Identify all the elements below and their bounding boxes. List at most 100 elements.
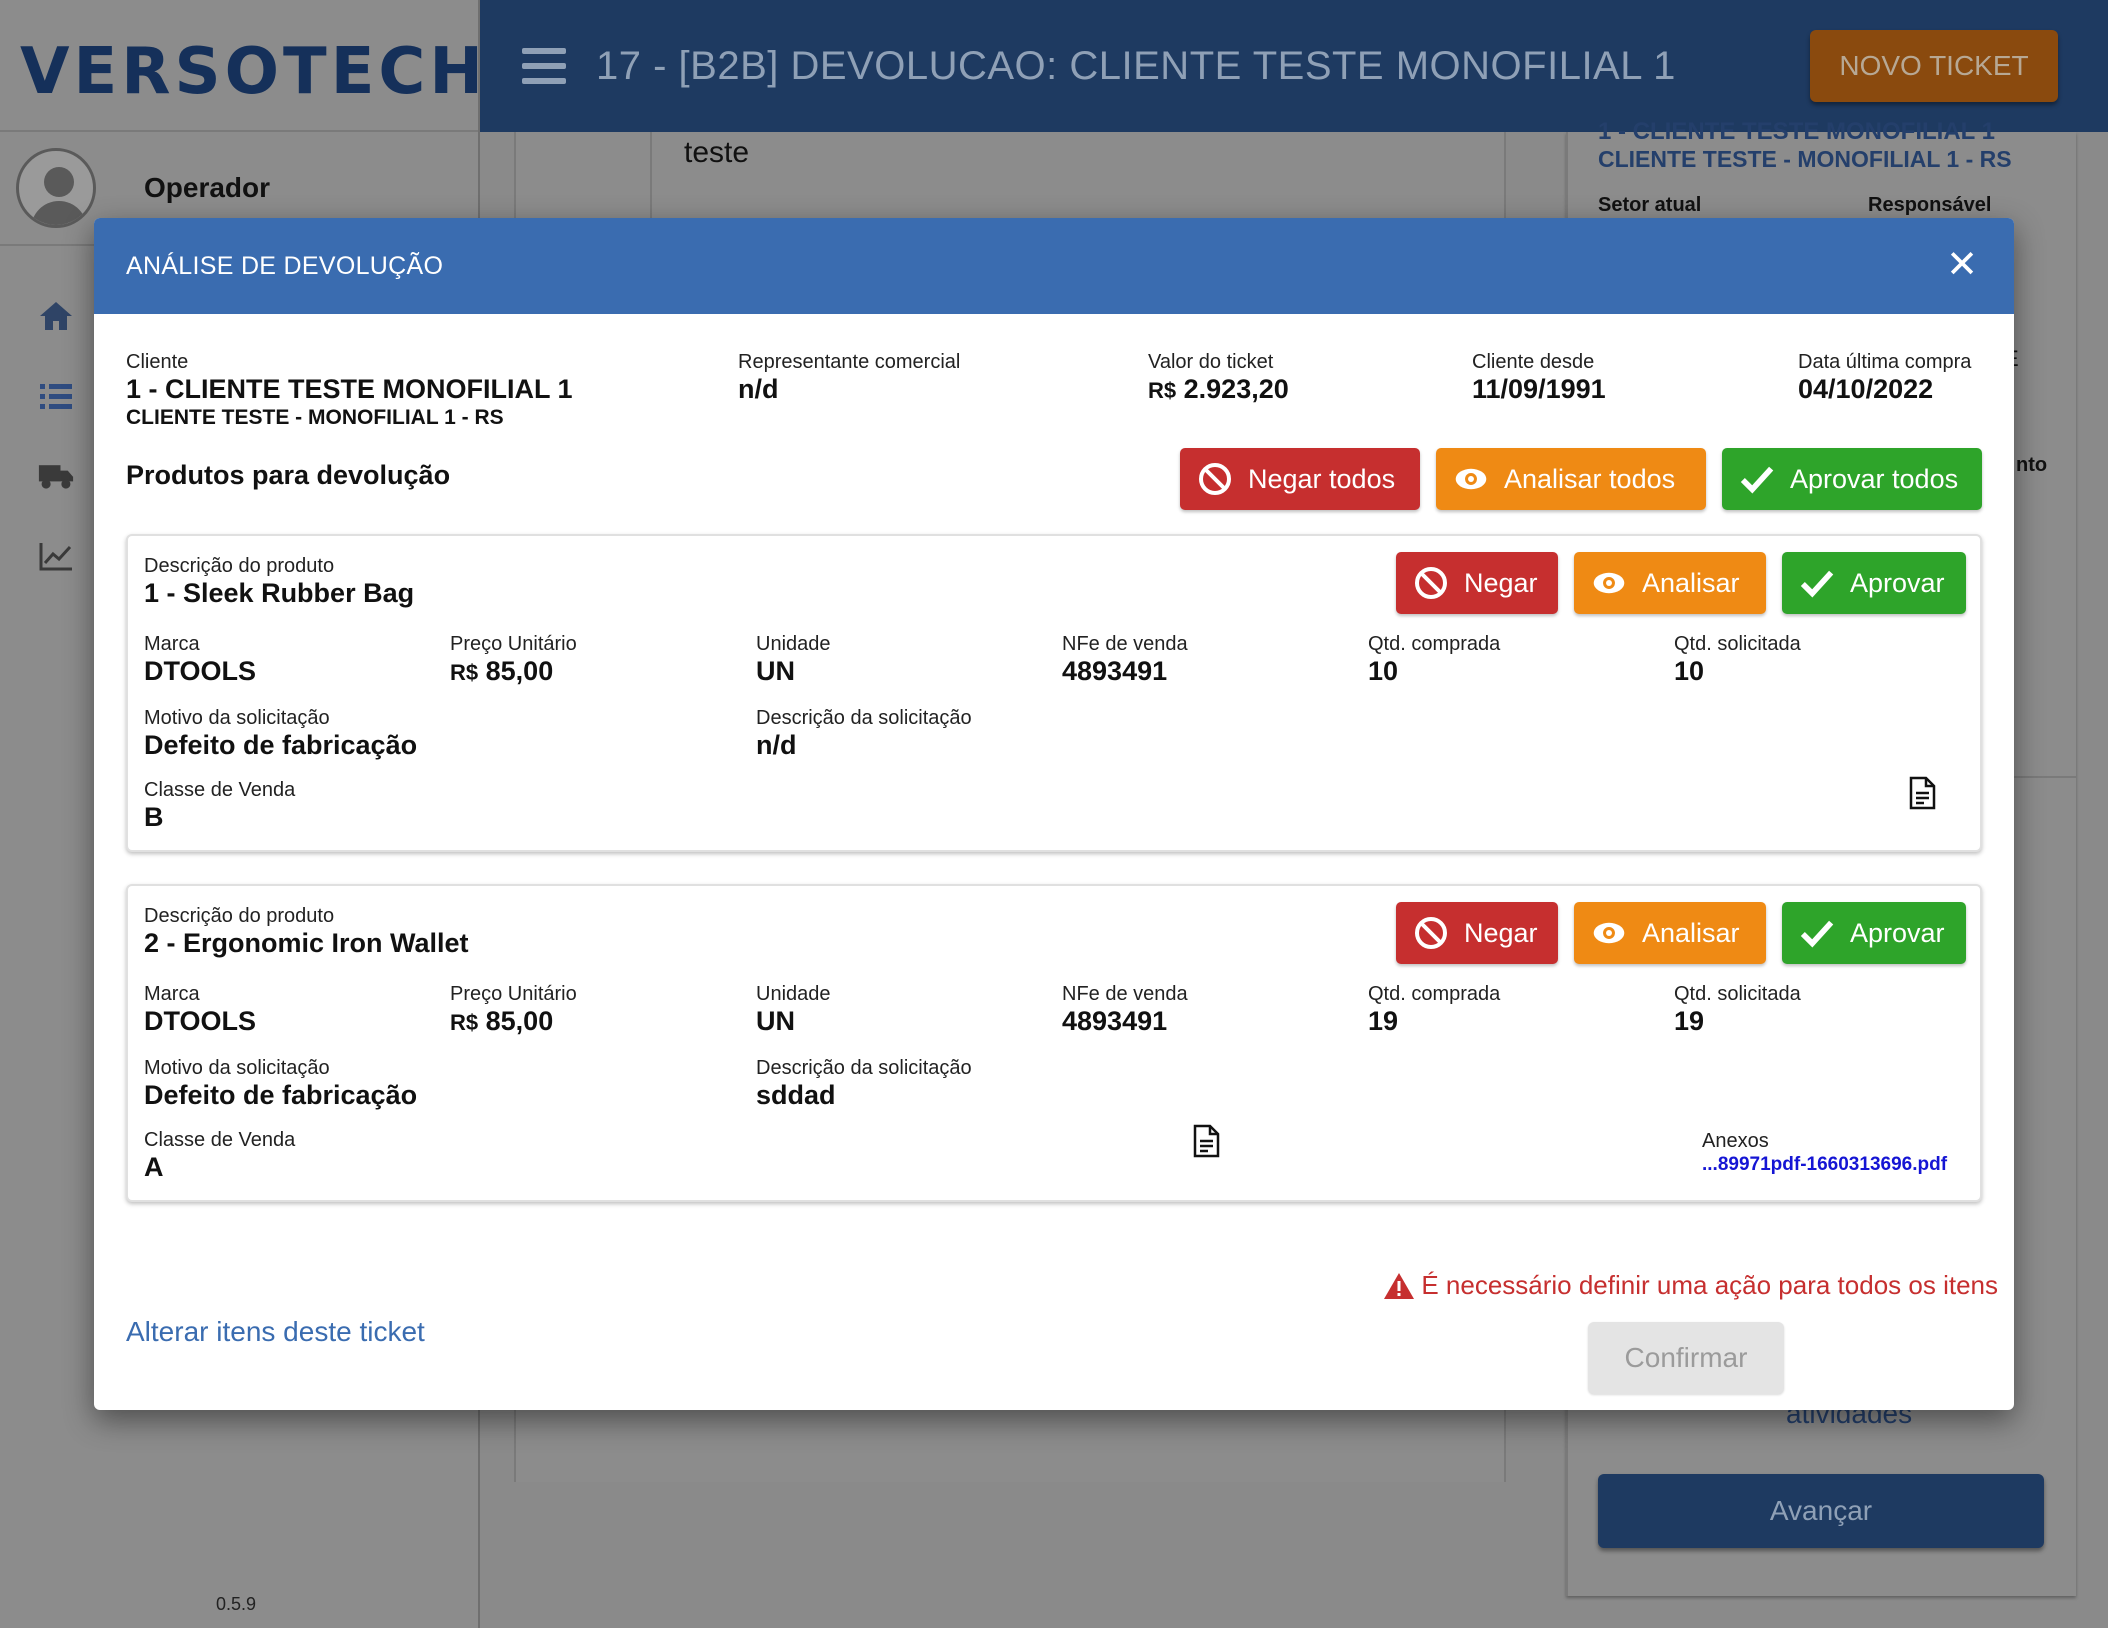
deny-all-button[interactable]: Negar todos	[1180, 448, 1420, 510]
panel-responsavel-label: Responsável	[1868, 194, 1991, 217]
app-version: 0.5.9	[216, 1594, 256, 1615]
descricao-solicitacao-field: Descrição da solicitação sddad	[756, 1056, 972, 1110]
edit-ticket-items-link[interactable]: Alterar itens deste ticket	[126, 1316, 425, 1348]
classe-venda-field: Classe de Venda B	[144, 778, 295, 832]
document-icon[interactable]	[1192, 1124, 1220, 1158]
analyze-all-button[interactable]: Analisar todos	[1436, 448, 1706, 510]
approve-all-button[interactable]: Aprovar todos	[1722, 448, 1982, 510]
hamburger-menu-icon[interactable]	[522, 48, 566, 84]
ultima-compra-label: Data última compra	[1798, 350, 1971, 374]
product-description-label: Descrição do produto	[144, 554, 414, 578]
validation-warning: É necessário definir uma ação para todos…	[1383, 1270, 1998, 1301]
qtd-solicitada-field: Qtd. solicitada 19	[1674, 982, 1801, 1036]
list-icon[interactable]	[38, 380, 74, 412]
preco-field: Preço Unitário R$ 85,00	[450, 632, 577, 688]
qtd-comprada-value: 10	[1368, 656, 1500, 686]
unidade-field: Unidade UN	[756, 982, 831, 1036]
classe-venda-field: Classe de Venda A	[144, 1128, 295, 1182]
motivo-label: Motivo da solicitação	[144, 706, 417, 730]
qtd-solicitada-label: Qtd. solicitada	[1674, 982, 1801, 1006]
cliente-desde-value: 11/09/1991	[1472, 374, 1606, 404]
analyze-button[interactable]: Analisar	[1574, 552, 1766, 614]
analyze-button[interactable]: Analisar	[1574, 902, 1766, 964]
client-sub: CLIENTE TESTE - MONOFILIAL 1 - RS	[126, 404, 573, 432]
nfe-value: 4893491	[1062, 656, 1188, 686]
validation-warning-text: É necessário definir uma ação para todos…	[1421, 1270, 1998, 1301]
logo-text: VERSOTECH	[20, 35, 487, 109]
preco-label: Preço Unitário	[450, 982, 577, 1006]
nfe-value: 4893491	[1062, 1006, 1188, 1036]
qtd-solicitada-value: 10	[1674, 656, 1801, 686]
product-description-field: Descrição do produto 2 - Ergonomic Iron …	[144, 904, 469, 958]
representante-field: Representante comercial n/d	[738, 350, 960, 404]
descricao-solicitacao-field: Descrição da solicitação n/d	[756, 706, 972, 760]
qtd-solicitada-label: Qtd. solicitada	[1674, 632, 1801, 656]
qtd-solicitada-value: 19	[1674, 1006, 1801, 1036]
product-card: Descrição do produto 2 - Ergonomic Iron …	[126, 884, 1982, 1202]
block-icon	[1198, 462, 1232, 496]
logo: VERSOTECH	[0, 0, 478, 132]
check-icon	[1800, 566, 1834, 600]
nfe-label: NFe de venda	[1062, 982, 1188, 1006]
truck-icon[interactable]	[38, 460, 74, 492]
modal-header: ANÁLISE DE DEVOLUÇÃO ✕	[94, 218, 2014, 314]
marca-value: DTOOLS	[144, 656, 256, 686]
marca-field: Marca DTOOLS	[144, 632, 256, 686]
return-analysis-modal: ANÁLISE DE DEVOLUÇÃO ✕ Cliente 1 - CLIEN…	[94, 218, 2014, 1410]
nfe-field: NFe de venda 4893491	[1062, 632, 1188, 686]
home-icon[interactable]	[38, 300, 74, 332]
valor-ticket-value: R$ 2.923,20	[1148, 374, 1289, 406]
document-icon[interactable]	[1908, 776, 1936, 810]
cliente-desde-field: Cliente desde 11/09/1991	[1472, 350, 1606, 404]
panel-setor-label: Setor atual	[1598, 194, 1701, 217]
chart-line-icon[interactable]	[38, 540, 74, 572]
marca-field: Marca DTOOLS	[144, 982, 256, 1036]
classe-venda-label: Classe de Venda	[144, 1128, 295, 1152]
marca-label: Marca	[144, 982, 256, 1006]
products-section-title: Produtos para devolução	[126, 460, 450, 491]
descricao-solicitacao-value: sddad	[756, 1080, 972, 1110]
ticket-message-text: teste	[684, 136, 749, 170]
qtd-comprada-field: Qtd. comprada 10	[1368, 632, 1500, 686]
cliente-desde-label: Cliente desde	[1472, 350, 1606, 374]
qtd-comprada-field: Qtd. comprada 19	[1368, 982, 1500, 1036]
confirm-button[interactable]: Confirmar	[1588, 1322, 1784, 1394]
unidade-label: Unidade	[756, 632, 831, 656]
check-icon	[1740, 462, 1774, 496]
ultima-compra-value: 04/10/2022	[1798, 374, 1971, 404]
qtd-comprada-value: 19	[1368, 1006, 1500, 1036]
new-ticket-button[interactable]: NOVO TICKET	[1810, 30, 2058, 102]
representante-value: n/d	[738, 374, 960, 404]
ultima-compra-field: Data última compra 04/10/2022	[1798, 350, 1971, 404]
motivo-field: Motivo da solicitação Defeito de fabrica…	[144, 1056, 417, 1110]
avatar	[16, 148, 96, 228]
descricao-solicitacao-value: n/d	[756, 730, 972, 760]
avancar-button[interactable]: Avançar	[1598, 1474, 2044, 1548]
panel-client-name: 1 - CLIENTE TESTE MONOFILIAL 1	[1598, 118, 1995, 146]
eye-icon	[1592, 916, 1626, 950]
eye-icon	[1592, 566, 1626, 600]
classe-venda-value: A	[144, 1152, 295, 1182]
close-icon[interactable]: ✕	[1944, 246, 1980, 282]
panel-fragment: nto	[2016, 454, 2047, 477]
client-label: Cliente	[126, 350, 573, 374]
product-description-label: Descrição do produto	[144, 904, 469, 928]
representante-label: Representante comercial	[738, 350, 960, 374]
block-icon	[1414, 566, 1448, 600]
marca-value: DTOOLS	[144, 1006, 256, 1036]
classe-venda-label: Classe de Venda	[144, 778, 295, 802]
deny-button[interactable]: Negar	[1396, 902, 1558, 964]
product-description-value: 1 - Sleek Rubber Bag	[144, 578, 414, 608]
product-description-value: 2 - Ergonomic Iron Wallet	[144, 928, 469, 958]
deny-button[interactable]: Negar	[1396, 552, 1558, 614]
eye-icon	[1454, 462, 1488, 496]
attachment-link[interactable]: ...89971pdf-1660313696.pdf	[1702, 1154, 1947, 1176]
valor-ticket-label: Valor do ticket	[1148, 350, 1289, 374]
approve-button[interactable]: Aprovar	[1782, 552, 1966, 614]
approve-button[interactable]: Aprovar	[1782, 902, 1966, 964]
classe-venda-value: B	[144, 802, 295, 832]
ticket-title: 17 - [B2B] DEVOLUCAO: CLIENTE TESTE MONO…	[596, 44, 1676, 89]
topbar: 17 - [B2B] DEVOLUCAO: CLIENTE TESTE MONO…	[480, 0, 2108, 132]
qtd-solicitada-field: Qtd. solicitada 10	[1674, 632, 1801, 686]
qtd-comprada-label: Qtd. comprada	[1368, 632, 1500, 656]
